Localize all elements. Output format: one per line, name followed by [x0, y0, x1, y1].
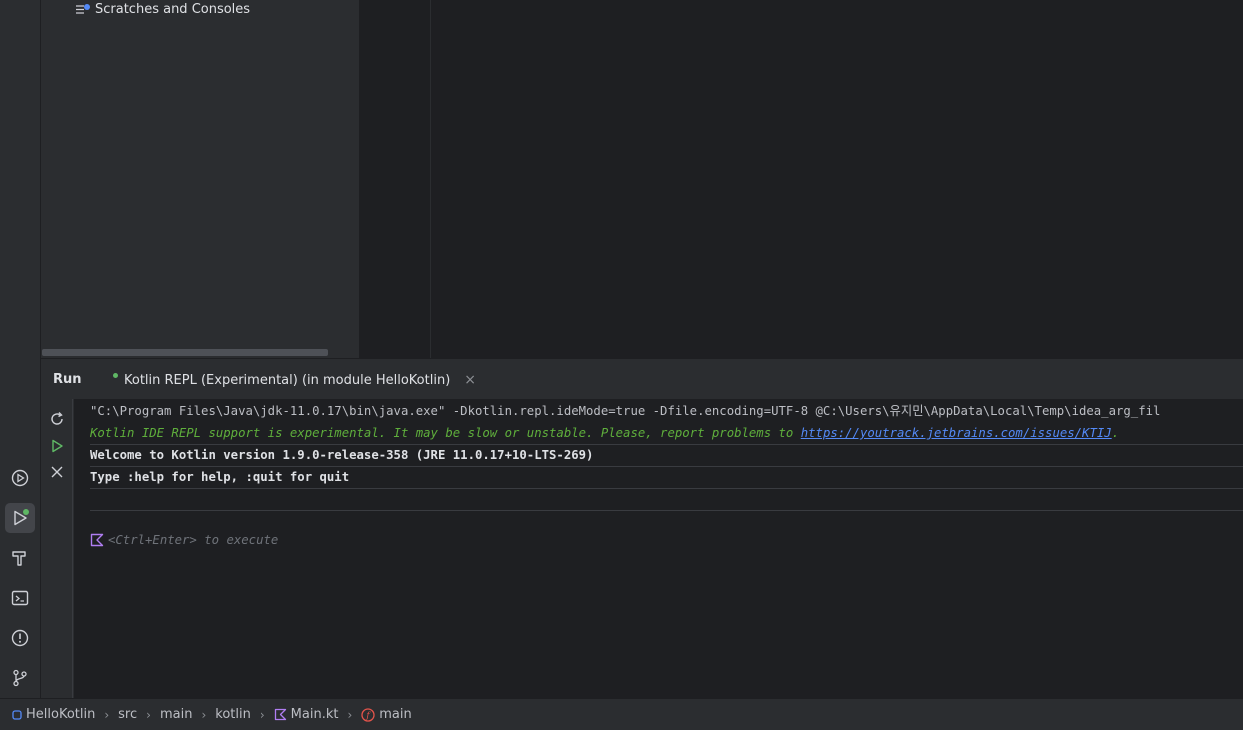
- editor-gutter-divider: [430, 0, 431, 358]
- function-icon: f: [361, 707, 375, 722]
- terminal-icon: [11, 590, 29, 606]
- execute-icon: [52, 439, 63, 453]
- rerun-icon: [51, 412, 63, 425]
- breadcrumb-project-label: HelloKotlin: [26, 707, 96, 722]
- tab-kotlin-repl[interactable]: Kotlin REPL (Experimental) (in module He…: [113, 372, 476, 388]
- console-separator: [90, 510, 1243, 511]
- repl-input-placeholder: <Ctrl+Enter> to execute: [108, 533, 279, 547]
- repl-input[interactable]: <Ctrl+Enter> to execute: [90, 533, 278, 547]
- project-panel: Scratches and Consoles: [41, 0, 359, 358]
- execute-button[interactable]: [47, 436, 67, 456]
- navigation-bar: HelloKotlin › src › main › kotlin › Main…: [0, 698, 1243, 730]
- breadcrumb-kotlin[interactable]: kotlin: [215, 707, 251, 722]
- svg-text:f: f: [366, 711, 372, 721]
- build-icon: [12, 551, 26, 566]
- chevron-right-icon: ›: [201, 707, 207, 722]
- breadcrumb-main-label: main: [159, 707, 193, 722]
- running-indicator-icon: [113, 372, 118, 378]
- services-icon: [11, 469, 29, 487]
- build-button[interactable]: [5, 543, 35, 573]
- git-button[interactable]: [5, 663, 35, 693]
- tab-close-icon[interactable]: ×: [464, 372, 476, 388]
- console-output[interactable]: "C:\Program Files\Java\jdk-11.0.17\bin\j…: [74, 399, 1243, 699]
- kotlin-file-icon: [274, 708, 286, 721]
- close-icon: [51, 466, 63, 478]
- warning-suffix: .: [1111, 426, 1120, 440]
- chevron-right-icon: ›: [259, 707, 265, 722]
- console-warning-line: Kotlin IDE REPL support is experimental.…: [90, 422, 1119, 444]
- horizontal-scrollbar[interactable]: [42, 349, 328, 356]
- run-icon: [14, 509, 29, 526]
- kotlin-icon: [90, 533, 104, 547]
- breadcrumb-project[interactable]: HelloKotlin: [12, 707, 95, 722]
- run-header: Run Kotlin REPL (Experimental) (in modul…: [41, 359, 1243, 399]
- activity-bar: [0, 0, 41, 698]
- breadcrumb-function-label: main: [379, 707, 412, 722]
- chevron-right-icon: ›: [347, 707, 353, 722]
- chevron-right-icon: ›: [146, 707, 151, 722]
- chevron-right-icon: ›: [104, 707, 110, 722]
- stop-close-button[interactable]: [47, 462, 67, 482]
- scratches-icon: [76, 3, 90, 14]
- breadcrumb-src[interactable]: src: [118, 707, 137, 722]
- git-icon: [13, 669, 27, 687]
- editor-area[interactable]: [359, 0, 1243, 358]
- problems-button[interactable]: [5, 623, 35, 653]
- breadcrumb-main[interactable]: main: [160, 707, 192, 722]
- module-icon: [12, 709, 22, 720]
- console-command-line: "C:\Program Files\Java\jdk-11.0.17\bin\j…: [90, 404, 1161, 418]
- breadcrumb-function[interactable]: f main: [361, 707, 412, 722]
- run-title: Run: [53, 372, 82, 387]
- scratches-label: Scratches and Consoles: [95, 2, 251, 17]
- youtrack-link[interactable]: https://youtrack.jetbrains.com/issues/KT…: [801, 426, 1112, 440]
- console-welcome-line: Welcome to Kotlin version 1.9.0-release-…: [90, 448, 594, 462]
- breadcrumb-file[interactable]: Main.kt: [274, 707, 339, 722]
- run-tool-window: Run Kotlin REPL (Experimental) (in modul…: [41, 358, 1243, 699]
- breadcrumb-src-label: src: [118, 707, 138, 722]
- terminal-button[interactable]: [5, 583, 35, 613]
- run-tool-button[interactable]: [5, 503, 35, 533]
- rerun-button[interactable]: [47, 409, 67, 429]
- services-button[interactable]: [5, 463, 35, 493]
- warning-text: Kotlin IDE REPL support is experimental.…: [90, 426, 801, 440]
- console-help-line: Type :help for help, :quit for quit: [90, 470, 350, 484]
- run-toolbar: [41, 399, 73, 699]
- console-separator: [90, 488, 1243, 489]
- breadcrumb-file-label: Main.kt: [290, 707, 339, 722]
- tab-label: Kotlin REPL (Experimental) (in module He…: [124, 372, 451, 388]
- scratches-and-consoles-node[interactable]: Scratches and Consoles: [75, 2, 250, 17]
- breadcrumb-kotlin-label: kotlin: [215, 707, 251, 722]
- problems-icon: [11, 629, 29, 647]
